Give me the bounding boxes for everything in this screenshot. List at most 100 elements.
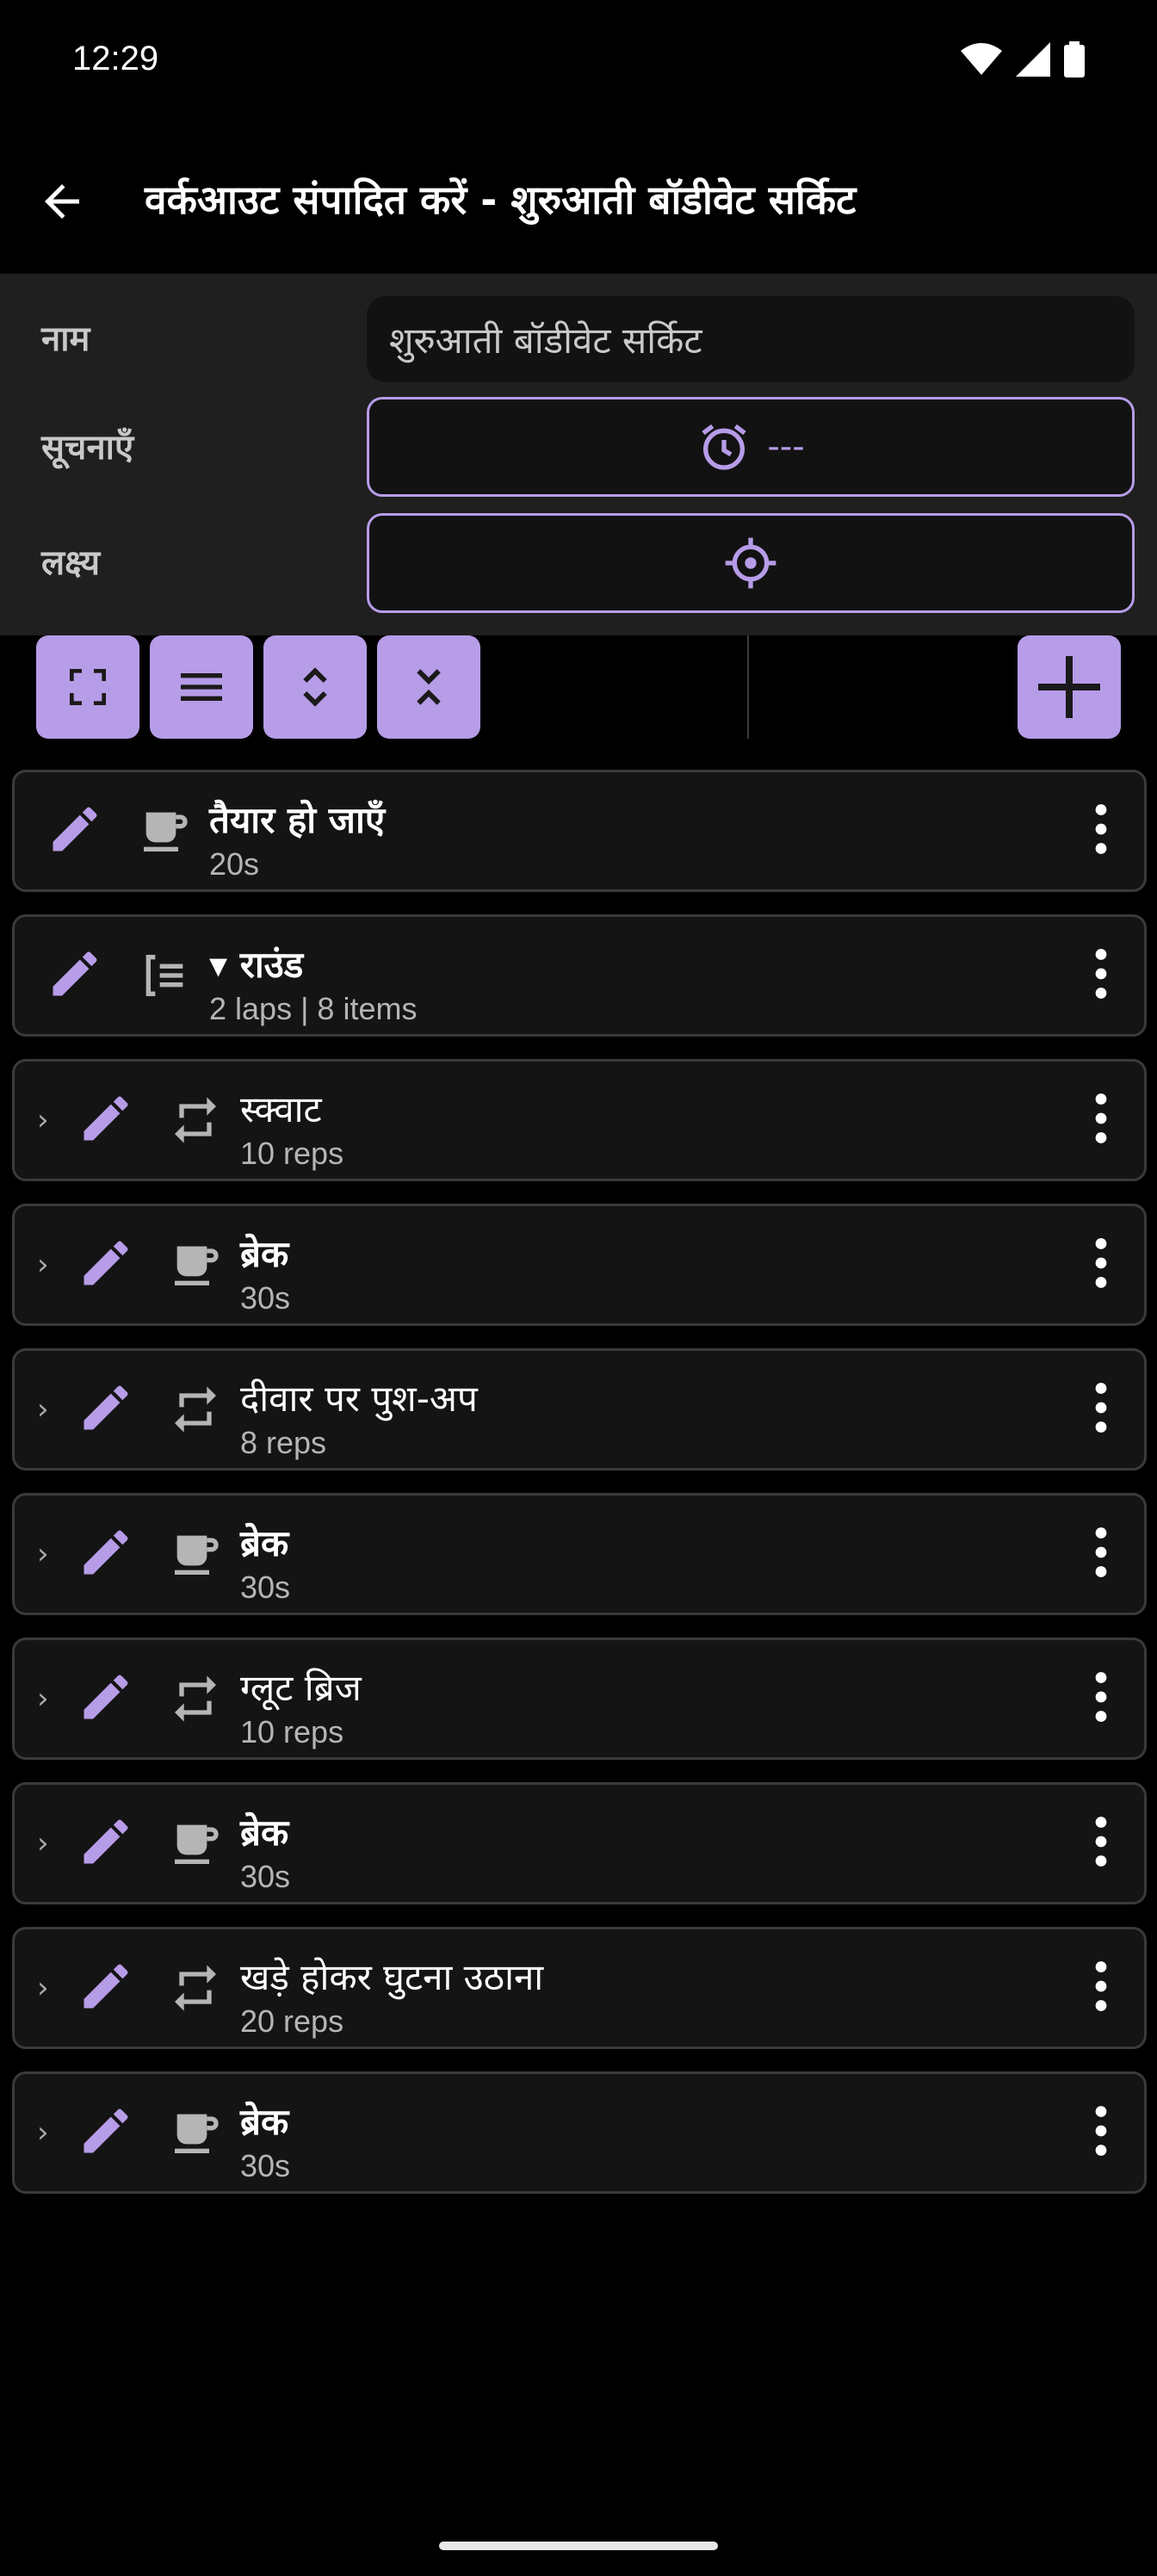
edit-button[interactable] bbox=[42, 943, 108, 1008]
chevron-right-icon[interactable]: › bbox=[37, 1826, 49, 1861]
item-subtitle: 30s bbox=[240, 1859, 291, 1894]
coffee-icon bbox=[133, 800, 195, 862]
repeat-icon bbox=[164, 1668, 226, 1730]
more-options-button[interactable] bbox=[1084, 2100, 1118, 2165]
more-options-button[interactable] bbox=[1084, 1666, 1118, 1731]
name-label: नाम bbox=[41, 319, 90, 359]
battery-icon bbox=[1064, 41, 1085, 77]
pencil-icon bbox=[77, 1812, 135, 1874]
coffee-icon bbox=[164, 1234, 226, 1296]
chevron-right-icon[interactable]: › bbox=[37, 1392, 49, 1427]
edit-button[interactable] bbox=[73, 1955, 139, 2021]
edit-button[interactable] bbox=[73, 1232, 139, 1297]
notifications-button[interactable]: --- bbox=[367, 397, 1135, 497]
list-item[interactable]: › स्क्वाट 10 reps bbox=[12, 1059, 1147, 1181]
item-subtitle: 30s bbox=[240, 1570, 291, 1605]
item-title: दीवार पर पुश-अप bbox=[240, 1378, 478, 1420]
list-icon bbox=[181, 673, 222, 701]
chevron-right-icon[interactable]: › bbox=[37, 1537, 49, 1571]
more-vert-icon bbox=[1094, 1526, 1108, 1582]
more-vert-icon bbox=[1094, 2105, 1108, 2160]
alarm-icon bbox=[702, 424, 746, 470]
list-item[interactable]: › ब्रेक 30s bbox=[12, 1204, 1147, 1326]
repeat-icon bbox=[164, 1378, 226, 1440]
more-vert-icon bbox=[1094, 803, 1108, 858]
item-title: स्क्वाट bbox=[240, 1088, 322, 1130]
toolbar-divider bbox=[747, 635, 749, 739]
list-item[interactable]: › दीवार पर पुश-अप 8 reps bbox=[12, 1348, 1147, 1471]
more-options-button[interactable] bbox=[1084, 1377, 1118, 1442]
expand-icon bbox=[70, 669, 106, 705]
item-subtitle: 10 reps bbox=[240, 1714, 344, 1749]
item-title: ग्लूट ब्रिज bbox=[240, 1667, 362, 1709]
pencil-icon bbox=[77, 1523, 135, 1585]
more-vert-icon bbox=[1094, 1671, 1108, 1726]
edit-button[interactable] bbox=[73, 2100, 139, 2165]
more-options-button[interactable] bbox=[1084, 798, 1118, 864]
item-subtitle: 8 reps bbox=[240, 1425, 327, 1460]
status-icons bbox=[961, 41, 1085, 77]
pencil-icon bbox=[77, 1089, 135, 1151]
coffee-icon bbox=[164, 1523, 226, 1585]
list-view-button[interactable] bbox=[150, 635, 253, 739]
coffee-icon bbox=[164, 1812, 226, 1874]
more-options-button[interactable] bbox=[1084, 1811, 1118, 1876]
edit-button[interactable] bbox=[73, 1377, 139, 1442]
expand-all-button[interactable] bbox=[263, 635, 367, 739]
more-options-button[interactable] bbox=[1084, 1232, 1118, 1297]
pencil-icon bbox=[77, 1234, 135, 1296]
more-options-button[interactable] bbox=[1084, 943, 1118, 1008]
more-options-button[interactable] bbox=[1084, 1087, 1118, 1153]
edit-button[interactable] bbox=[73, 1521, 139, 1587]
more-options-button[interactable] bbox=[1084, 1955, 1118, 2021]
collapse-all-button[interactable] bbox=[377, 635, 480, 739]
item-title: ब्रेक bbox=[240, 1522, 289, 1564]
pencil-icon bbox=[46, 800, 104, 862]
edit-button[interactable] bbox=[42, 798, 108, 864]
list-item[interactable]: › ब्रेक 30s bbox=[12, 1493, 1147, 1615]
wifi-icon bbox=[961, 43, 1002, 75]
chevron-right-icon[interactable]: › bbox=[37, 1681, 49, 1716]
home-indicator[interactable] bbox=[439, 2542, 718, 2550]
add-item-button[interactable] bbox=[1018, 635, 1121, 739]
chevron-right-icon[interactable]: › bbox=[37, 2115, 49, 2150]
more-vert-icon bbox=[1094, 1816, 1108, 1871]
repeat-icon bbox=[164, 1957, 226, 2019]
list-item[interactable]: › ब्रेक 30s bbox=[12, 2071, 1147, 2194]
pencil-icon bbox=[46, 944, 104, 1006]
list-item[interactable]: › खड़े होकर घुटना उठाना 20 reps bbox=[12, 1927, 1147, 2049]
pencil-icon bbox=[77, 1378, 135, 1440]
item-title: खड़े होकर घुटना उठाना bbox=[240, 1956, 544, 1998]
status-bar: 12:29 bbox=[0, 0, 1157, 129]
name-field[interactable]: शुरुआती बॉडीवेट सर्किट bbox=[367, 296, 1135, 382]
list-item[interactable]: › ब्रेक 30s bbox=[12, 1782, 1147, 1904]
item-title: ब्रेक bbox=[240, 1233, 289, 1275]
edit-button[interactable] bbox=[73, 1811, 139, 1876]
back-button[interactable] bbox=[29, 169, 95, 234]
status-time: 12:29 bbox=[72, 40, 159, 77]
more-options-button[interactable] bbox=[1084, 1521, 1118, 1587]
unfold-less-icon bbox=[417, 669, 441, 705]
coffee-icon bbox=[164, 2102, 226, 2164]
notifications-label: सूचनाएँ bbox=[41, 428, 134, 468]
chevron-right-icon[interactable]: › bbox=[37, 1103, 49, 1137]
list-item[interactable]: तैयार हो जाएँ 20s bbox=[12, 770, 1147, 892]
chevron-right-icon[interactable]: › bbox=[37, 1248, 49, 1282]
list-item[interactable]: ▾ राउंड 2 laps | 8 items bbox=[12, 914, 1147, 1037]
item-subtitle: 30s bbox=[240, 2148, 291, 2183]
plus-icon bbox=[1038, 656, 1100, 718]
signal-icon bbox=[1016, 42, 1050, 77]
goal-button[interactable] bbox=[367, 513, 1135, 613]
edit-button[interactable] bbox=[73, 1087, 139, 1153]
more-vert-icon bbox=[1094, 1382, 1108, 1437]
list-bracket-icon bbox=[133, 944, 195, 1006]
more-vert-icon bbox=[1094, 1237, 1108, 1292]
chevron-right-icon[interactable]: › bbox=[37, 1971, 49, 2005]
expand-button[interactable] bbox=[36, 635, 139, 739]
edit-button[interactable] bbox=[73, 1666, 139, 1731]
item-title: ब्रेक bbox=[240, 2101, 289, 2143]
more-vert-icon bbox=[1094, 1960, 1108, 2016]
more-vert-icon bbox=[1094, 948, 1108, 1003]
item-subtitle: 20 reps bbox=[240, 2003, 344, 2039]
list-item[interactable]: › ग्लूट ब्रिज 10 reps bbox=[12, 1638, 1147, 1760]
